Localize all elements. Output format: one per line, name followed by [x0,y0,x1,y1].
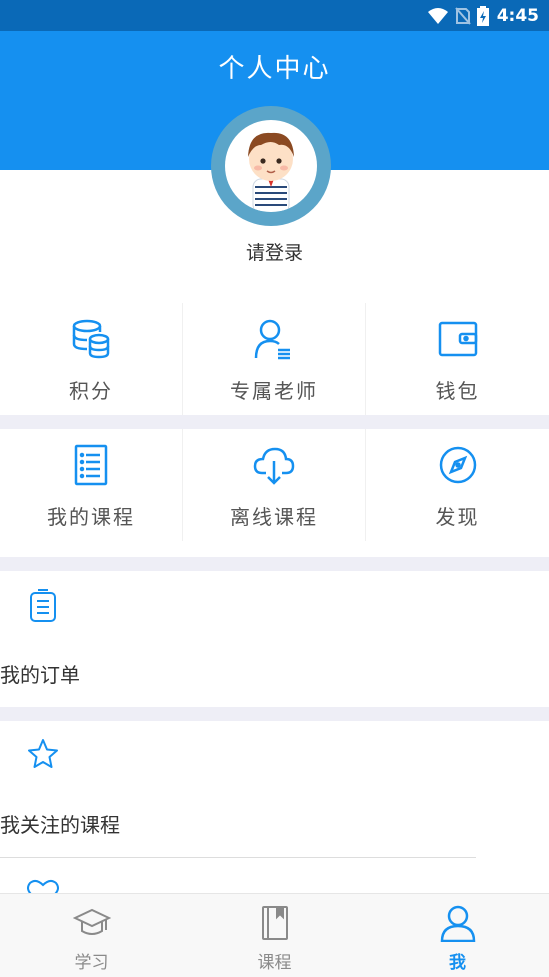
login-prompt[interactable]: 请登录 [0,238,549,265]
section-separator [0,415,549,429]
list-item-favorites[interactable] [0,858,549,893]
list-item-label: 我的订单 [0,663,80,687]
battery-charging-icon [476,5,489,26]
teacher-icon [254,319,290,360]
grid-item-points[interactable]: 积分 [0,303,183,415]
tab-study[interactable]: 学习 [0,894,183,977]
grid-item-label: 发现 [435,505,480,529]
star-icon [28,739,58,768]
list-item-label: 我关注的课程 [0,813,120,837]
status-bar: 4:45 [0,0,549,31]
grid-item-label: 离线课程 [230,505,318,529]
user-icon [440,905,475,942]
tab-label: 学习 [74,953,109,973]
compass-icon [439,446,476,484]
grid-item-discover[interactable]: 发现 [366,429,549,541]
graduation-cap-icon [72,908,111,935]
tab-courses[interactable]: 课程 [183,894,366,977]
grid-item-teacher[interactable]: 专属老师 [183,303,366,415]
section-separator [0,707,549,721]
book-icon [261,906,288,940]
wifi-icon [427,7,448,24]
list-item-followed-courses[interactable]: 我关注的课程 [0,721,549,857]
status-time: 4:45 [496,5,539,26]
grid-item-offline-courses[interactable]: 离线课程 [183,429,366,541]
grid-item-label: 钱包 [435,379,480,403]
boy-avatar-icon [248,132,294,211]
no-sim-icon [454,6,471,25]
heart-icon [27,879,59,893]
wallet-icon [438,321,477,357]
avatar-image [225,120,317,212]
grid-item-label: 积分 [69,379,113,403]
cloud-download-icon [253,447,295,485]
grid-item-my-courses[interactable]: 我的课程 [0,429,183,541]
tab-label: 我 [449,953,466,973]
grid-item-wallet[interactable]: 钱包 [366,303,549,415]
grid-item-label: 专属老师 [230,379,318,403]
page-title: 个人中心 [218,54,331,84]
document-list-icon [74,444,108,486]
list-item-my-orders[interactable]: 我的订单 [0,571,549,707]
clipboard-icon [30,589,56,622]
grid-item-label: 我的课程 [47,505,135,529]
avatar[interactable] [211,106,331,226]
feature-grid-row-1: 积分 专属老师 钱包 [0,303,549,415]
database-icon [72,319,110,359]
tab-label: 课程 [257,953,292,973]
tab-me[interactable]: 我 [366,894,549,977]
feature-grid-row-2: 我的课程 离线课程 发现 [0,429,549,541]
bottom-tab-bar: 学习 课程 我 [0,893,549,977]
section-separator [0,557,549,571]
